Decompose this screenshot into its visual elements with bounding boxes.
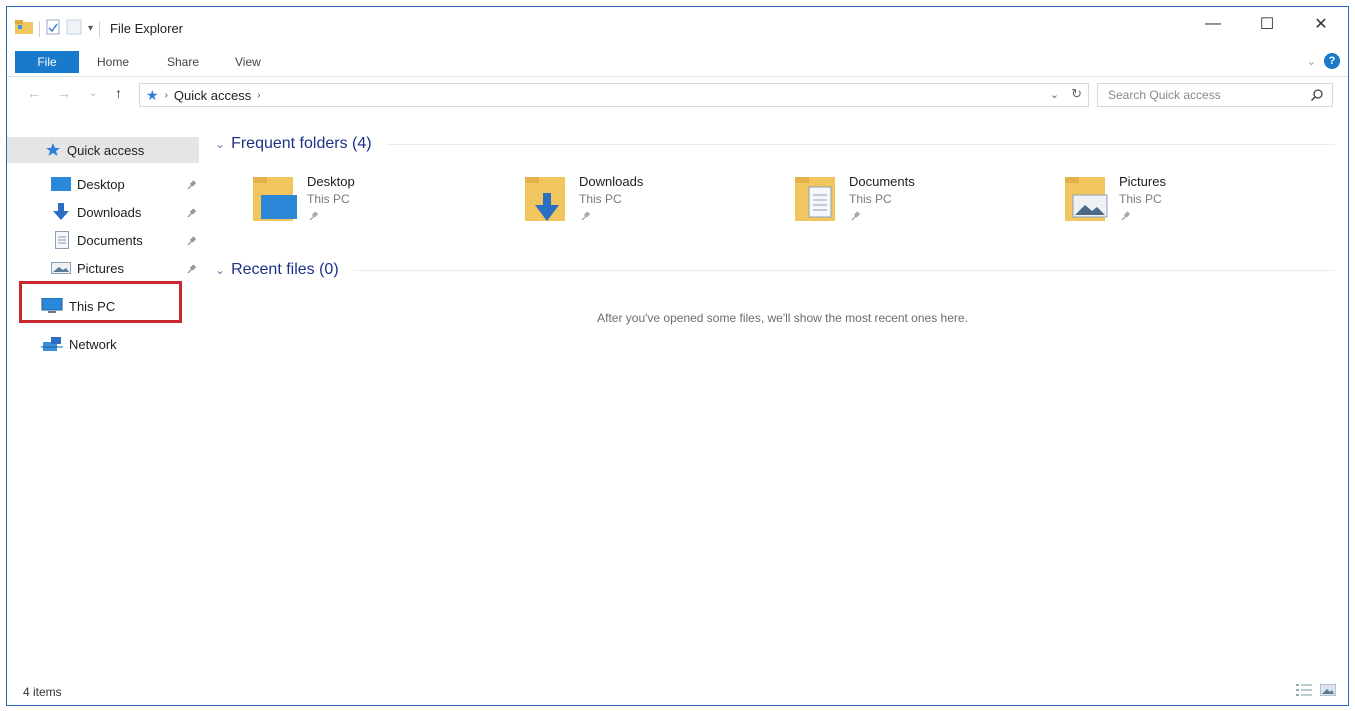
close-button[interactable]: ✕ (1294, 7, 1348, 41)
sidebar-item-label: Network (69, 336, 117, 352)
this-pc-highlight-box (19, 281, 182, 323)
frequent-folders-header[interactable]: ⌄ Frequent folders (4) (215, 135, 1335, 153)
folder-tile-documents[interactable]: Documents This PC (747, 173, 1007, 229)
quick-access-toolbar: ▾ File Explorer (15, 19, 183, 38)
quick-access-star-icon: ★ (146, 86, 159, 103)
refresh-icon[interactable]: ↻ (1071, 86, 1082, 102)
navigation-bar: ← → ⌄ ↑ ★ › Quick access › ⌄ ↻ (7, 79, 1348, 111)
expand-ribbon-icon[interactable]: ⌄ (1307, 55, 1316, 68)
documents-folder-icon (791, 173, 839, 226)
up-arrow-icon[interactable]: ↑ (115, 85, 122, 101)
folder-location: This PC (579, 192, 622, 206)
toolbar-divider (99, 20, 101, 37)
window-controls: — ☐ ✕ (1186, 7, 1348, 41)
pin-icon (851, 209, 861, 224)
folder-tile-pictures[interactable]: Pictures This PC (1017, 173, 1277, 229)
customize-toolbar-icon[interactable]: ▾ (88, 23, 93, 34)
back-arrow-icon[interactable]: ← (27, 85, 41, 101)
maximize-button[interactable]: ☐ (1240, 7, 1294, 41)
sidebar-item-network[interactable]: Network (7, 331, 199, 357)
downloads-folder-icon (521, 173, 569, 226)
folder-location: This PC (1119, 192, 1162, 206)
breadcrumb-chevron-icon[interactable]: › (165, 90, 168, 101)
tab-file[interactable]: File (15, 51, 79, 73)
collapse-chevron-icon[interactable]: ⌄ (215, 137, 225, 151)
sidebar-item-quick-access[interactable]: Quick access (7, 137, 199, 163)
download-arrow-icon (53, 203, 69, 224)
folder-tile-downloads[interactable]: Downloads This PC (477, 173, 737, 229)
recent-files-header[interactable]: ⌄ Recent files (0) (215, 261, 1335, 279)
pin-icon[interactable] (187, 206, 197, 221)
group-title: Frequent folders (4) (231, 135, 372, 152)
ribbon-right: ⌄ ? (1307, 53, 1340, 69)
pin-icon[interactable] (187, 262, 197, 277)
sidebar-item-label: Downloads (77, 204, 142, 220)
folder-name: Downloads (579, 174, 644, 189)
address-bar[interactable]: ★ › Quick access › ⌄ ↻ (139, 83, 1089, 107)
sidebar-item-label: Desktop (77, 176, 125, 192)
quick-access-star-icon (45, 142, 61, 161)
navigation-pane: Quick access Desktop Downloads Documents (7, 125, 203, 680)
network-icon (41, 336, 63, 355)
pin-icon[interactable] (187, 234, 197, 249)
item-count: 4 items (23, 685, 62, 699)
sidebar-item-desktop[interactable]: Desktop (7, 171, 199, 197)
folder-tile-desktop[interactable]: Desktop This PC (205, 173, 465, 229)
forward-arrow-icon[interactable]: → (57, 85, 71, 101)
search-input[interactable] (1098, 84, 1298, 106)
large-icons-view-icon[interactable] (1319, 683, 1337, 699)
ribbon-tabs: File Home Share View ⌄ ? (7, 47, 1348, 77)
view-toggle (1296, 683, 1337, 699)
folder-location: This PC (307, 192, 350, 206)
search-box[interactable] (1097, 83, 1333, 107)
sidebar-item-label: Documents (77, 232, 143, 248)
collapse-chevron-icon[interactable]: ⌄ (215, 263, 225, 277)
recent-files-empty-message: After you've opened some files, we'll sh… (597, 311, 968, 325)
details-view-icon[interactable] (1296, 684, 1312, 699)
breadcrumb-chevron-icon[interactable]: › (257, 90, 260, 101)
address-actions: ⌄ ↻ (1050, 86, 1082, 102)
toolbar-divider (39, 20, 40, 37)
sidebar-item-label: Pictures (77, 260, 124, 276)
group-divider (385, 143, 1335, 145)
pin-icon (1121, 209, 1131, 224)
search-icon[interactable] (1310, 88, 1324, 105)
tab-view[interactable]: View (235, 51, 261, 73)
recent-locations-icon[interactable]: ⌄ (89, 88, 97, 99)
content-area: ⌄ Frequent folders (4) Desktop This PC D… (205, 125, 1350, 680)
breadcrumb-quick-access[interactable]: Quick access (174, 88, 251, 103)
app-folder-icon[interactable] (15, 19, 33, 38)
pin-icon (309, 209, 319, 224)
folder-location: This PC (849, 192, 892, 206)
title-bar: ▾ File Explorer — ☐ ✕ (7, 7, 1348, 47)
help-icon[interactable]: ? (1324, 53, 1340, 69)
desktop-folder-icon (249, 173, 297, 226)
document-icon (55, 231, 69, 252)
new-folder-icon[interactable] (66, 19, 82, 38)
pin-icon (581, 209, 591, 224)
sidebar-item-pictures[interactable]: Pictures (7, 255, 199, 281)
address-dropdown-icon[interactable]: ⌄ (1050, 88, 1059, 101)
group-divider (352, 269, 1335, 271)
window-title: File Explorer (110, 21, 183, 36)
tab-share[interactable]: Share (167, 51, 199, 73)
minimize-button[interactable]: — (1186, 7, 1240, 41)
sidebar-item-downloads[interactable]: Downloads (7, 199, 199, 225)
pin-icon[interactable] (187, 178, 197, 193)
folder-name: Pictures (1119, 174, 1166, 189)
pictures-folder-icon (1061, 173, 1109, 226)
properties-icon[interactable] (46, 19, 60, 38)
folder-name: Desktop (307, 174, 355, 189)
desktop-icon (51, 177, 71, 194)
sidebar-item-documents[interactable]: Documents (7, 227, 199, 253)
sidebar-item-label: Quick access (67, 142, 145, 158)
group-title: Recent files (0) (231, 261, 339, 278)
folder-name: Documents (849, 174, 915, 189)
file-explorer-window: ▾ File Explorer — ☐ ✕ File Home Share Vi… (6, 6, 1349, 706)
picture-icon (51, 262, 71, 277)
status-bar: 4 items (7, 679, 1348, 705)
tab-home[interactable]: Home (97, 51, 129, 73)
